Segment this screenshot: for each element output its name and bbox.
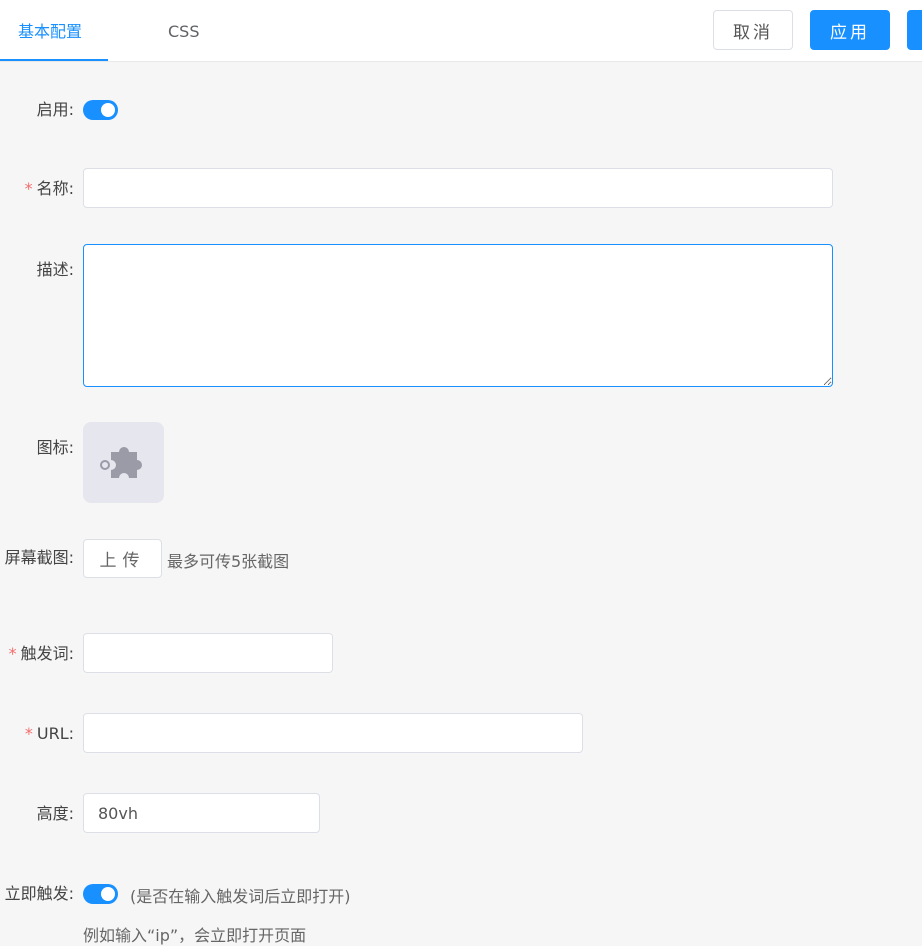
icon-picker[interactable] <box>83 422 164 503</box>
icon-label-text: 图标: <box>36 438 74 457</box>
puzzle-piece-icon <box>99 446 142 478</box>
extra-button[interactable] <box>907 10 922 50</box>
trigger-label: * 触发词: <box>9 644 74 664</box>
tab-header: 基本配置 CSS 取消 应用 <box>0 0 922 62</box>
instant-trigger-example: 例如输入“ip”，会立即打开页面 <box>83 926 307 945</box>
active-tab-indicator <box>0 59 108 61</box>
height-input[interactable] <box>83 793 320 833</box>
apply-button[interactable]: 应用 <box>810 10 890 50</box>
url-input[interactable] <box>83 713 583 753</box>
height-label-text: 高度: <box>36 804 74 823</box>
url-label-text: URL: <box>36 724 74 743</box>
tab-css[interactable]: CSS <box>168 0 199 61</box>
description-label-text: 描述: <box>36 260 74 279</box>
required-mark: * <box>24 724 33 743</box>
height-label: 高度: <box>37 804 74 824</box>
enabled-label-text: 启用: <box>36 100 74 119</box>
icon-label: 图标: <box>37 438 74 458</box>
instant-trigger-toggle[interactable] <box>83 884 118 904</box>
name-label-text: 名称: <box>36 179 74 198</box>
enabled-label: 启用: <box>37 100 74 120</box>
cancel-button[interactable]: 取消 <box>713 10 793 50</box>
required-mark: * <box>24 179 33 198</box>
required-mark: * <box>8 644 17 663</box>
enabled-toggle[interactable] <box>83 100 118 120</box>
description-textarea[interactable] <box>83 244 833 387</box>
tab-basic-config[interactable]: 基本配置 <box>18 0 82 61</box>
trigger-label-text: 触发词: <box>20 644 74 663</box>
screenshots-label: 屏幕截图: <box>5 548 74 568</box>
screenshots-hint: 最多可传5张截图 <box>167 552 290 571</box>
description-label: 描述: <box>37 260 74 280</box>
name-input[interactable] <box>83 168 833 208</box>
instant-trigger-label: 立即触发: <box>5 884 74 904</box>
screenshots-label-text: 屏幕截图: <box>4 548 74 567</box>
trigger-input[interactable] <box>83 633 333 673</box>
upload-button[interactable]: 上传 <box>83 539 162 578</box>
instant-trigger-hint: (是否在输入触发词后立即打开) <box>130 887 351 906</box>
name-label: * 名称: <box>25 179 74 199</box>
url-label: * URL: <box>25 724 74 744</box>
instant-trigger-label-text: 立即触发: <box>4 884 74 903</box>
